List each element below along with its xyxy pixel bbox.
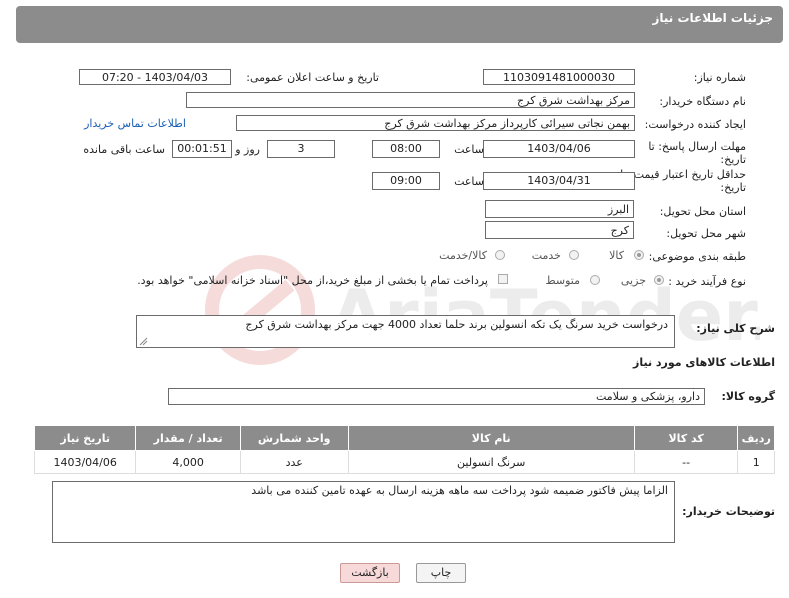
buyer-notes-field: الزاما پیش فاکتور ضمیمه شود پرداخت سه ما…: [52, 481, 675, 543]
treasury-payment-note: پرداخت تمام یا بخشی از مبلغ خرید،از محل …: [137, 274, 488, 287]
province-field: البرز: [485, 200, 634, 218]
cell-unit: عدد: [239, 450, 349, 474]
treasury-payment-checkbox[interactable]: [498, 274, 508, 284]
price-validity-date-field: 1403/04/31: [483, 172, 635, 190]
purchase-radio-medium[interactable]: [590, 275, 600, 285]
print-button[interactable]: چاپ: [416, 563, 466, 583]
description-label: شرح کلی نیاز:: [696, 322, 775, 335]
time-remaining-field: 00:01:51: [172, 140, 232, 158]
price-validity-time-label: ساعت: [454, 175, 484, 188]
days-label: روز و: [235, 143, 260, 156]
cell-row-number: 1: [737, 450, 775, 474]
announce-field: 1403/04/03 - 07:20: [79, 69, 231, 85]
deadline-time-label: ساعت: [454, 143, 484, 156]
contact-info-link[interactable]: اطلاعات تماس خریدار: [84, 117, 186, 130]
description-field: درخواست خرید سرنگ یک تکه انسولین برند حل…: [136, 315, 675, 348]
purchase-type-label: نوع فرآیند خرید :: [668, 275, 746, 288]
deadline-date-field: 1403/04/06: [483, 140, 635, 158]
category-radio-goods-service[interactable]: [495, 250, 505, 260]
back-button[interactable]: بازگشت: [340, 563, 400, 583]
page-title: جزئیات اطلاعات نیاز: [652, 11, 773, 25]
category-goods-service-label: کالا/خدمت: [439, 249, 487, 262]
purchase-minor-label: جزیی: [620, 274, 646, 287]
price-validity-date-label: تاریخ:: [720, 181, 746, 194]
days-remaining-field: 3: [267, 140, 335, 158]
table-header-item-name: نام کالا: [347, 425, 635, 451]
city-field: کرج: [485, 221, 634, 239]
price-validity-time-field: 09:00: [372, 172, 440, 190]
table-header-row: ردیف: [737, 425, 775, 451]
announce-label: تاریخ و ساعت اعلان عمومی:: [246, 71, 379, 84]
category-radio-service[interactable]: [569, 250, 579, 260]
buyer-org-label: نام دستگاه خریدار:: [659, 95, 746, 108]
deadline-label: مهلت ارسال پاسخ: تا: [648, 140, 746, 153]
table-header-quantity: تعداد / مقدار: [135, 425, 241, 451]
category-label: طبقه بندی موضوعی:: [648, 250, 746, 263]
table-header-need-date: تاریخ نیاز: [33, 425, 137, 451]
city-label: شهر محل تحویل:: [666, 227, 746, 240]
buyer-notes-label: توضیحات خریدار:: [682, 505, 775, 518]
goods-info-title: اطلاعات کالاهای مورد نیاز: [633, 356, 775, 369]
creator-label: ایجاد کننده درخواست:: [644, 118, 746, 131]
deadline-date-label: تاریخ:: [720, 153, 746, 166]
need-number-field: 1103091481000030: [483, 69, 635, 85]
cell-item-name: سرنگ انسولین: [347, 450, 635, 474]
goods-group-label: گروه کالا:: [721, 390, 775, 403]
category-radio-goods[interactable]: [634, 250, 644, 260]
table-row: 1403/04/06 4,000 عدد سرنگ انسولین -- 1: [33, 450, 775, 474]
table-header-unit: واحد شمارش: [239, 425, 349, 451]
cell-item-code: --: [633, 450, 739, 474]
need-number-label: شماره نیاز:: [693, 71, 746, 84]
category-service-label: خدمت: [531, 249, 561, 262]
price-validity-label: حداقل تاریخ اعتبار قیمت: تا: [620, 168, 746, 181]
purchase-radio-minor[interactable]: [654, 275, 664, 285]
resize-handle-icon[interactable]: [139, 337, 148, 346]
purchase-medium-label: متوسط: [545, 274, 580, 287]
category-goods-label: کالا: [609, 249, 624, 262]
time-remaining-label: ساعت باقی مانده: [83, 143, 165, 156]
cell-quantity: 4,000: [135, 450, 241, 474]
goods-group-field: دارو، پزشکی و سلامت: [168, 388, 705, 405]
province-label: استان محل تحویل:: [659, 205, 746, 218]
cell-need-date: 1403/04/06: [33, 450, 137, 474]
deadline-time-field: 08:00: [372, 140, 440, 158]
items-table: تاریخ نیاز تعداد / مقدار واحد شمارش نام …: [33, 425, 775, 474]
table-header-item-code: کد کالا: [633, 425, 739, 451]
buyer-org-field: مرکز بهداشت شرق کرج: [186, 92, 635, 108]
creator-field: بهمن نجاتی سیرائی کارپرداز مرکز بهداشت ش…: [236, 115, 635, 131]
